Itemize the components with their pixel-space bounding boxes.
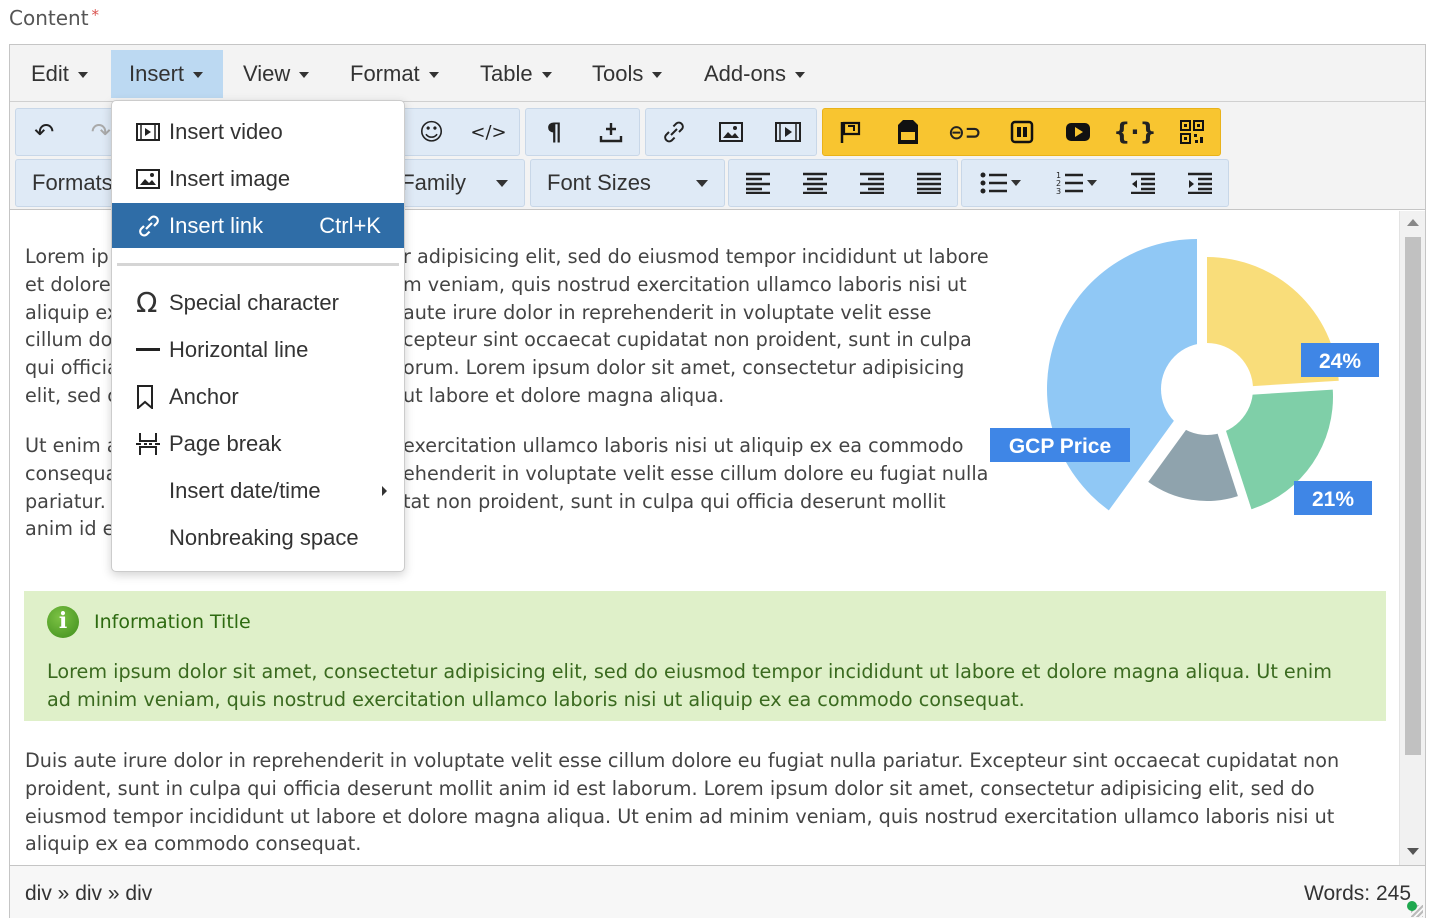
menu-format[interactable]: Format bbox=[332, 50, 457, 98]
scroll-down-icon[interactable] bbox=[1407, 848, 1419, 855]
image-icon bbox=[136, 168, 166, 189]
chevron-down-icon bbox=[696, 179, 708, 187]
menu-tools[interactable]: Tools bbox=[574, 50, 680, 98]
info-icon: i bbox=[47, 606, 79, 638]
hr-icon bbox=[136, 347, 166, 352]
anchor-plus-icon[interactable] bbox=[583, 109, 640, 155]
menu-table[interactable]: Table bbox=[462, 50, 570, 98]
widget-icon[interactable] bbox=[993, 109, 1050, 155]
word-count: Words: 245 bbox=[1304, 882, 1411, 905]
bookmark-icon bbox=[136, 384, 166, 409]
undo-icon[interactable]: ↶ bbox=[16, 109, 73, 155]
scroll-up-icon[interactable] bbox=[1407, 219, 1419, 226]
chevron-down-icon bbox=[193, 72, 204, 78]
insert-menu-dropdown: Insert video Insert image Insert link Ct… bbox=[111, 100, 405, 572]
menu-item-nonbreaking-space[interactable]: Nonbreaking space bbox=[112, 515, 404, 560]
chevron-down-icon bbox=[1086, 180, 1097, 186]
align-group bbox=[728, 159, 958, 207]
scroll-thumb[interactable] bbox=[1405, 237, 1421, 755]
page-break-icon bbox=[136, 432, 166, 456]
menu-separator bbox=[117, 263, 399, 266]
align-right-icon[interactable] bbox=[843, 160, 900, 206]
addons-group: ⊖⊃ {·} bbox=[822, 108, 1221, 156]
numbered-list-icon[interactable]: 123 bbox=[1038, 160, 1114, 206]
menu-item-anchor[interactable]: Anchor bbox=[112, 374, 404, 419]
slice-label: GCP Price bbox=[1009, 435, 1111, 458]
menu-item-insert-video[interactable]: Insert video bbox=[112, 109, 404, 154]
menu-item-insert-image[interactable]: Insert image bbox=[112, 156, 404, 201]
chevron-down-icon bbox=[77, 72, 88, 78]
donut-chart: 24%21%15%GCP Price bbox=[990, 239, 1379, 515]
info-text: Lorem ipsum dolor sit amet, consectetur … bbox=[47, 660, 1332, 711]
menu-item-insert-datetime[interactable]: Insert date/time bbox=[112, 468, 404, 513]
paragraph-group: ¶ bbox=[525, 108, 640, 156]
info-box: i Information Title Lorem ipsum dolor si… bbox=[24, 591, 1386, 721]
link-icon bbox=[136, 213, 166, 239]
omega-icon: Ω bbox=[136, 286, 158, 319]
required-mark: * bbox=[91, 6, 100, 24]
align-center-icon[interactable] bbox=[786, 160, 843, 206]
flag-icon[interactable] bbox=[823, 109, 880, 155]
link-media-group bbox=[645, 108, 817, 156]
image-icon[interactable] bbox=[703, 109, 760, 155]
menu-item-page-break[interactable]: Page break bbox=[112, 421, 404, 466]
menu-item-horizontal-line[interactable]: Horizontal line bbox=[112, 327, 404, 372]
shortcut-label: Ctrl+K bbox=[319, 212, 381, 238]
font-size-group: Font Sizes bbox=[530, 159, 725, 207]
menu-view[interactable]: View bbox=[225, 50, 327, 98]
menu-addons[interactable]: Add-ons bbox=[686, 50, 823, 98]
paragraph-icon[interactable]: ¶ bbox=[526, 109, 583, 155]
slice-label: 21% bbox=[1312, 488, 1354, 511]
emoticon-icon[interactable]: ☺ bbox=[403, 109, 460, 155]
chevron-down-icon bbox=[541, 72, 552, 78]
status-dot-icon bbox=[1407, 901, 1417, 911]
chevron-down-icon bbox=[652, 72, 663, 78]
element-path[interactable]: div » div » div bbox=[25, 882, 152, 906]
chevron-down-icon bbox=[496, 179, 508, 187]
outdent-icon[interactable] bbox=[1114, 160, 1171, 206]
chevron-down-icon bbox=[428, 72, 439, 78]
paragraph-4: Duis aute irure dolor in reprehenderit i… bbox=[25, 749, 1340, 856]
submenu-arrow-icon bbox=[382, 485, 387, 496]
slice-label: 24% bbox=[1319, 350, 1361, 373]
code-braces-icon[interactable]: {·} bbox=[1107, 109, 1164, 155]
menu-item-special-character[interactable]: Ω Special character bbox=[112, 280, 404, 325]
align-justify-icon[interactable] bbox=[900, 160, 957, 206]
youtube-icon[interactable] bbox=[1050, 109, 1107, 155]
bullet-list-icon[interactable] bbox=[962, 160, 1038, 206]
code-icon[interactable]: </> bbox=[460, 109, 517, 155]
chevron-down-icon bbox=[794, 72, 805, 78]
insert-misc-group: ☺ </> bbox=[402, 108, 520, 156]
menu-insert[interactable]: Insert bbox=[111, 50, 223, 98]
chevron-down-icon bbox=[299, 72, 310, 78]
font-size-select[interactable]: Font Sizes bbox=[531, 160, 724, 206]
pdf-icon[interactable] bbox=[880, 109, 937, 155]
link-icon[interactable] bbox=[646, 109, 703, 155]
vertical-scrollbar[interactable] bbox=[1399, 211, 1425, 865]
content-field-label: Content * bbox=[9, 6, 100, 30]
donut-hole bbox=[1161, 343, 1253, 435]
indent-icon[interactable] bbox=[1171, 160, 1228, 206]
menu-item-insert-link[interactable]: Insert link Ctrl+K bbox=[112, 203, 404, 248]
svg-text:3: 3 bbox=[1056, 187, 1061, 196]
align-left-icon[interactable] bbox=[729, 160, 786, 206]
qrcode-icon[interactable] bbox=[1163, 109, 1220, 155]
info-title: Information Title bbox=[94, 611, 251, 633]
menubar: Edit Insert View Format Table Tools Add-… bbox=[10, 45, 1425, 102]
chevron-down-icon bbox=[1010, 180, 1021, 186]
menu-edit[interactable]: Edit bbox=[13, 50, 106, 98]
list-group: 123 bbox=[961, 159, 1229, 207]
video-icon[interactable] bbox=[759, 109, 816, 155]
statusbar: div » div » div Words: 245 bbox=[10, 865, 1425, 918]
link-chain-icon[interactable]: ⊖⊃ bbox=[936, 109, 993, 155]
video-icon bbox=[136, 122, 166, 142]
